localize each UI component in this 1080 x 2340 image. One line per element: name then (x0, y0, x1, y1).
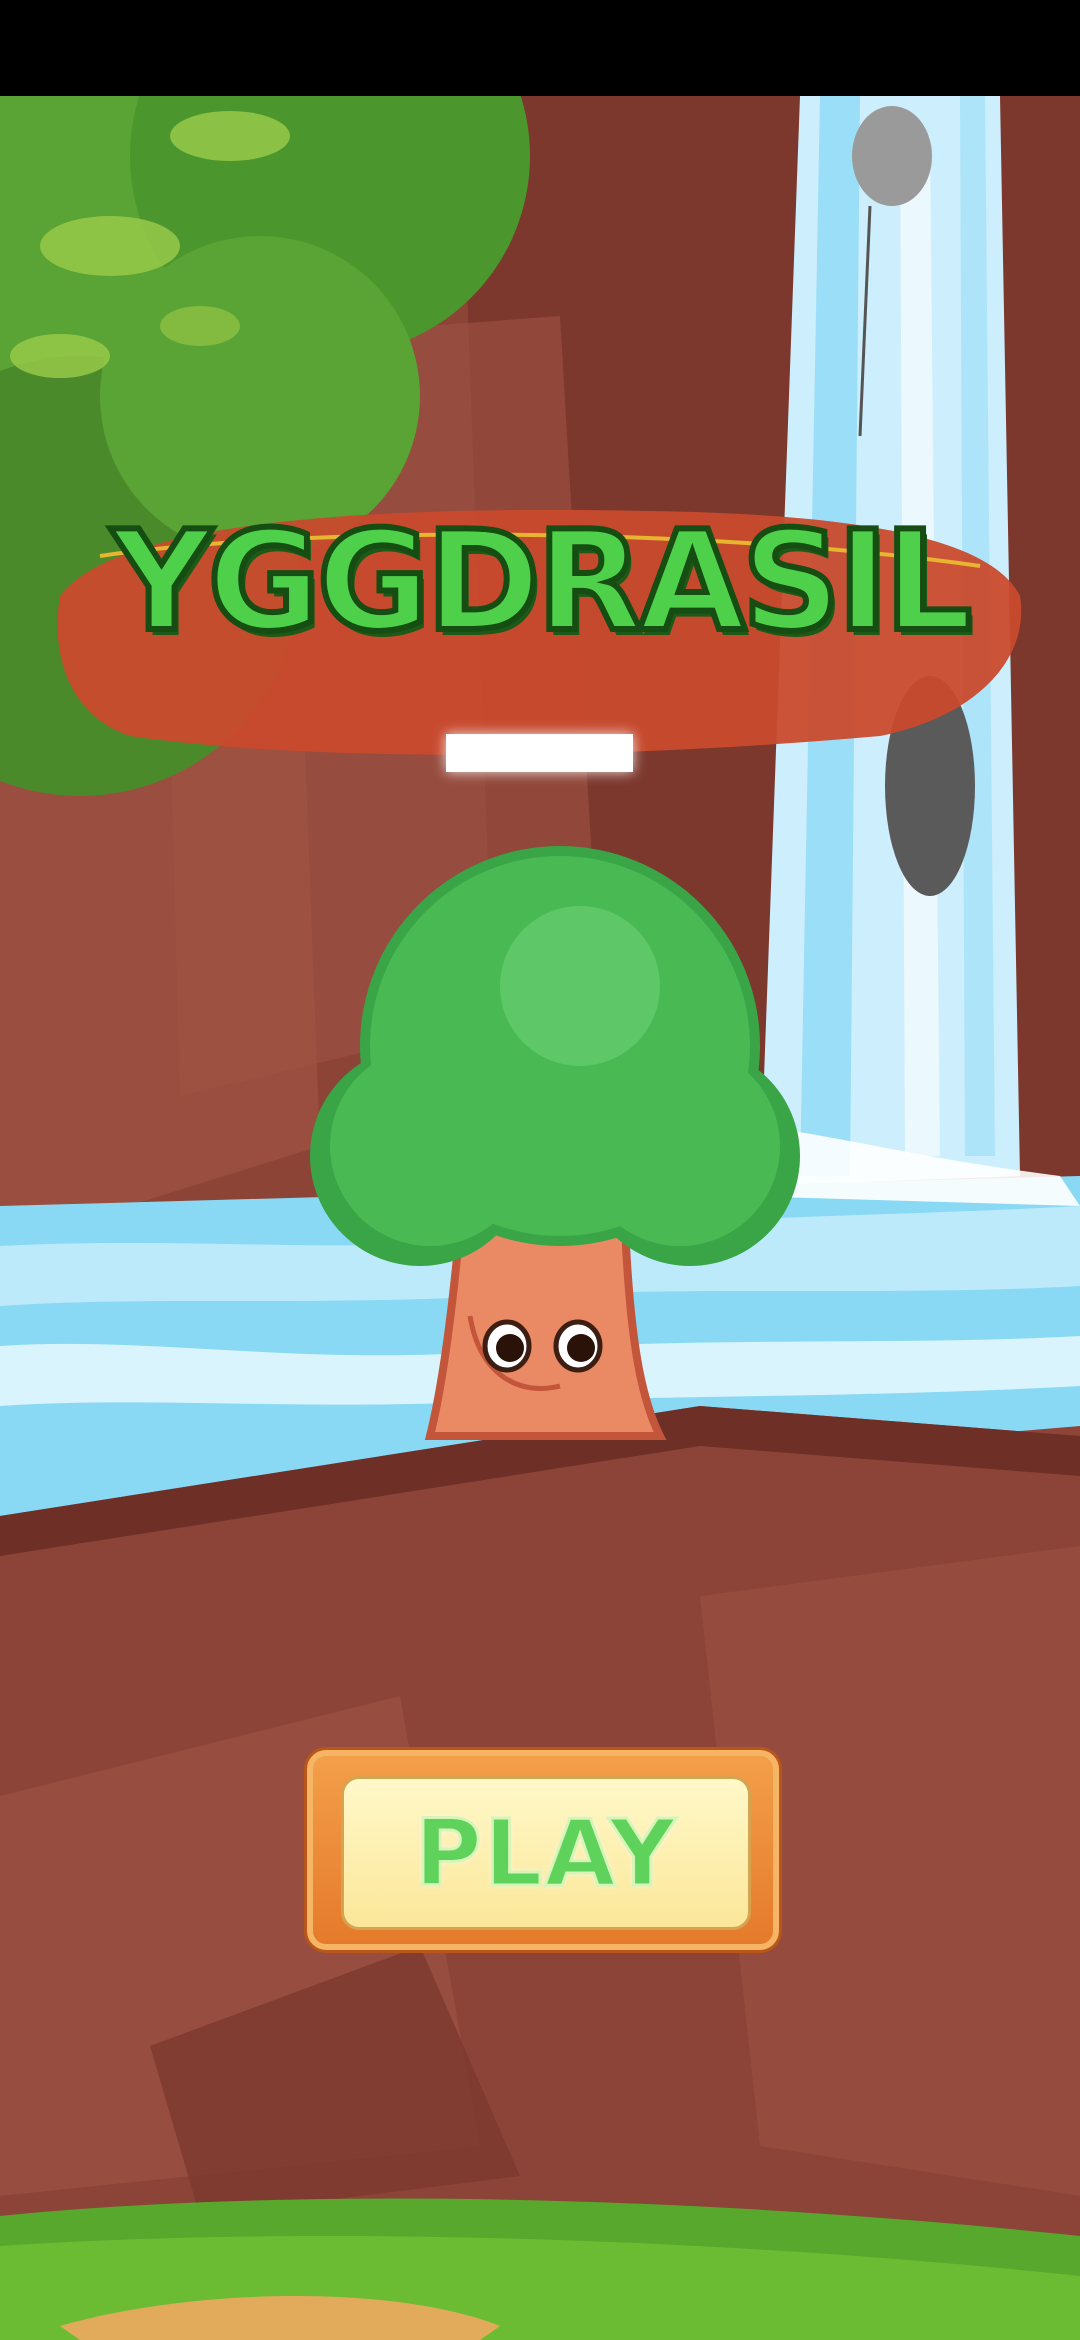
game-title: YGGDRASIL (109, 498, 976, 665)
rock-icon (852, 106, 932, 206)
status-bar (0, 0, 1080, 96)
subtitle-bar (446, 734, 633, 772)
title-banner: YGGDRASIL (55, 466, 1025, 696)
play-button[interactable]: PLAY (304, 1747, 782, 1953)
play-button-label: PLAY (413, 1798, 678, 1908)
game-scene: YGGDRASIL PLAY (0, 96, 1080, 2340)
background-illustration (0, 96, 1080, 2340)
play-button-face[interactable]: PLAY (341, 1776, 751, 1930)
